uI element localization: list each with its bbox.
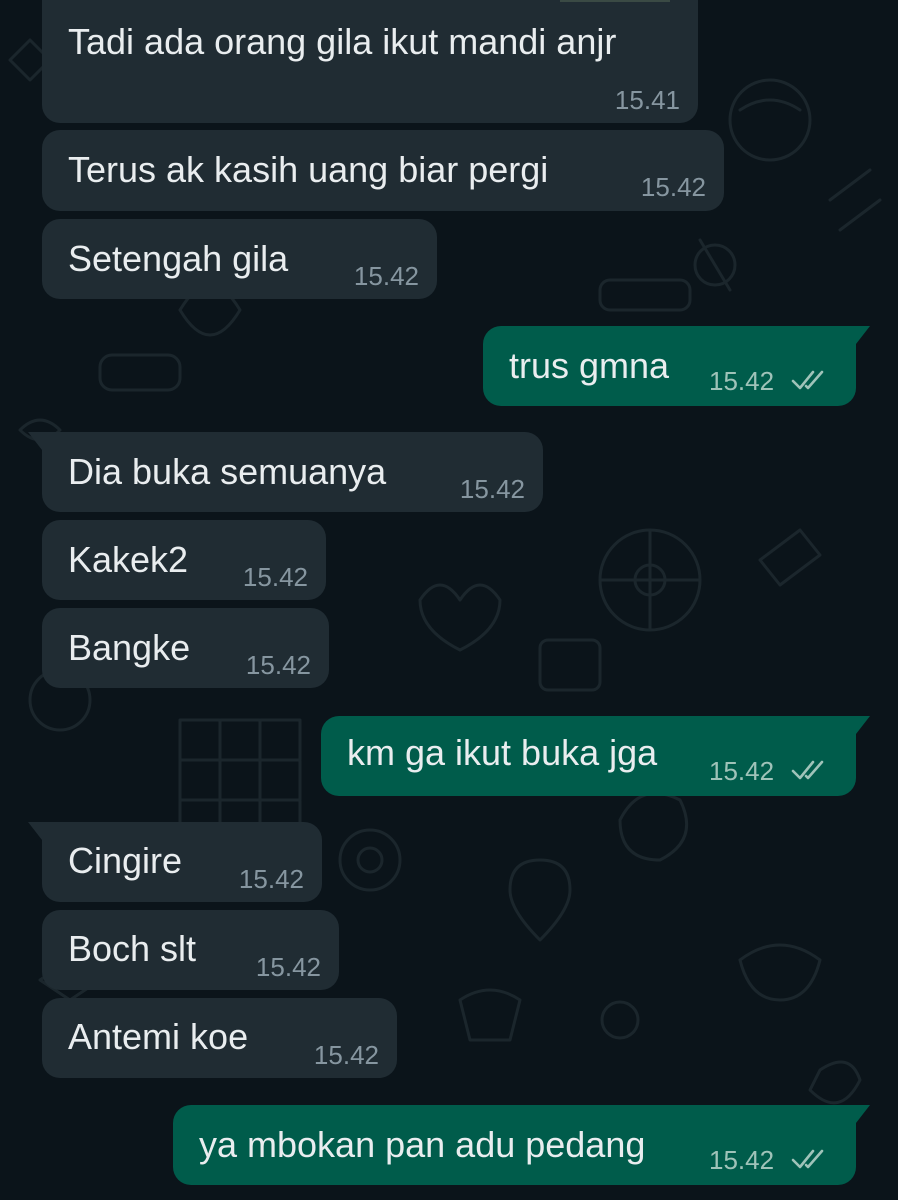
message-time: 15.42 xyxy=(313,1040,379,1070)
message-time: 15.42 xyxy=(353,261,419,291)
outgoing-message[interactable]: km ga ikut buka jga 15.42 xyxy=(321,716,870,796)
double-check-icon xyxy=(791,760,824,780)
message-time: 15.42 xyxy=(459,474,525,504)
bubble-tail xyxy=(856,716,870,734)
message-time: 15.42 xyxy=(242,562,308,592)
message-time: 15.42 xyxy=(709,756,775,786)
message-text: Boch slt xyxy=(68,928,197,969)
incoming-message[interactable]: Dia buka semuanya 15.42 xyxy=(28,432,543,512)
message-text: km ga ikut buka jga xyxy=(347,732,658,773)
message-text: Kakek2 xyxy=(68,539,189,580)
message-time: 15.42 xyxy=(255,952,321,982)
message-text: Tadi ada orang gila ikut mandi anjr xyxy=(68,21,617,62)
message-list[interactable]: Tadi ada orang gila ikut mandi anjr 15.4… xyxy=(0,0,898,1200)
message-text: trus gmna xyxy=(509,345,670,386)
incoming-message[interactable]: Antemi koe 15.42 xyxy=(42,998,397,1078)
bubble-tail xyxy=(28,822,42,840)
message-time: 15.42 xyxy=(640,172,706,202)
incoming-message[interactable]: Kakek2 15.42 xyxy=(42,520,326,600)
bubble-tail xyxy=(28,432,42,450)
message-text: Bangke xyxy=(68,627,191,668)
message-text: Setengah gila xyxy=(68,238,289,279)
incoming-message[interactable]: Setengah gila 15.42 xyxy=(42,219,437,299)
message-text: Antemi koe xyxy=(68,1016,249,1057)
double-check-icon xyxy=(791,1149,824,1169)
message-text: Dia buka semuanya xyxy=(68,451,387,492)
previous-message-edge xyxy=(560,0,670,2)
message-text: Terus ak kasih uang biar pergi xyxy=(68,149,549,190)
outgoing-message[interactable]: trus gmna 15.42 xyxy=(483,326,870,406)
incoming-message[interactable]: Tadi ada orang gila ikut mandi anjr 15.4… xyxy=(42,0,698,123)
bubble-tail xyxy=(856,1105,870,1123)
message-time: 15.41 xyxy=(614,85,680,115)
bubble-tail xyxy=(856,326,870,344)
message-time: 15.42 xyxy=(238,864,304,894)
outgoing-message[interactable]: ya mbokan pan adu pedang 15.42 xyxy=(173,1105,870,1185)
message-time: 15.42 xyxy=(245,650,311,680)
incoming-message[interactable]: Bangke 15.42 xyxy=(42,608,329,688)
message-text: Cingire xyxy=(68,840,183,881)
message-text: ya mbokan pan adu pedang xyxy=(199,1124,646,1165)
message-time: 15.42 xyxy=(709,1145,775,1175)
message-time: 15.42 xyxy=(709,366,775,396)
incoming-message[interactable]: Terus ak kasih uang biar pergi 15.42 xyxy=(42,130,724,211)
incoming-message[interactable]: Boch slt 15.42 xyxy=(42,910,339,990)
incoming-message[interactable]: Cingire 15.42 xyxy=(28,822,322,902)
double-check-icon xyxy=(791,370,824,390)
